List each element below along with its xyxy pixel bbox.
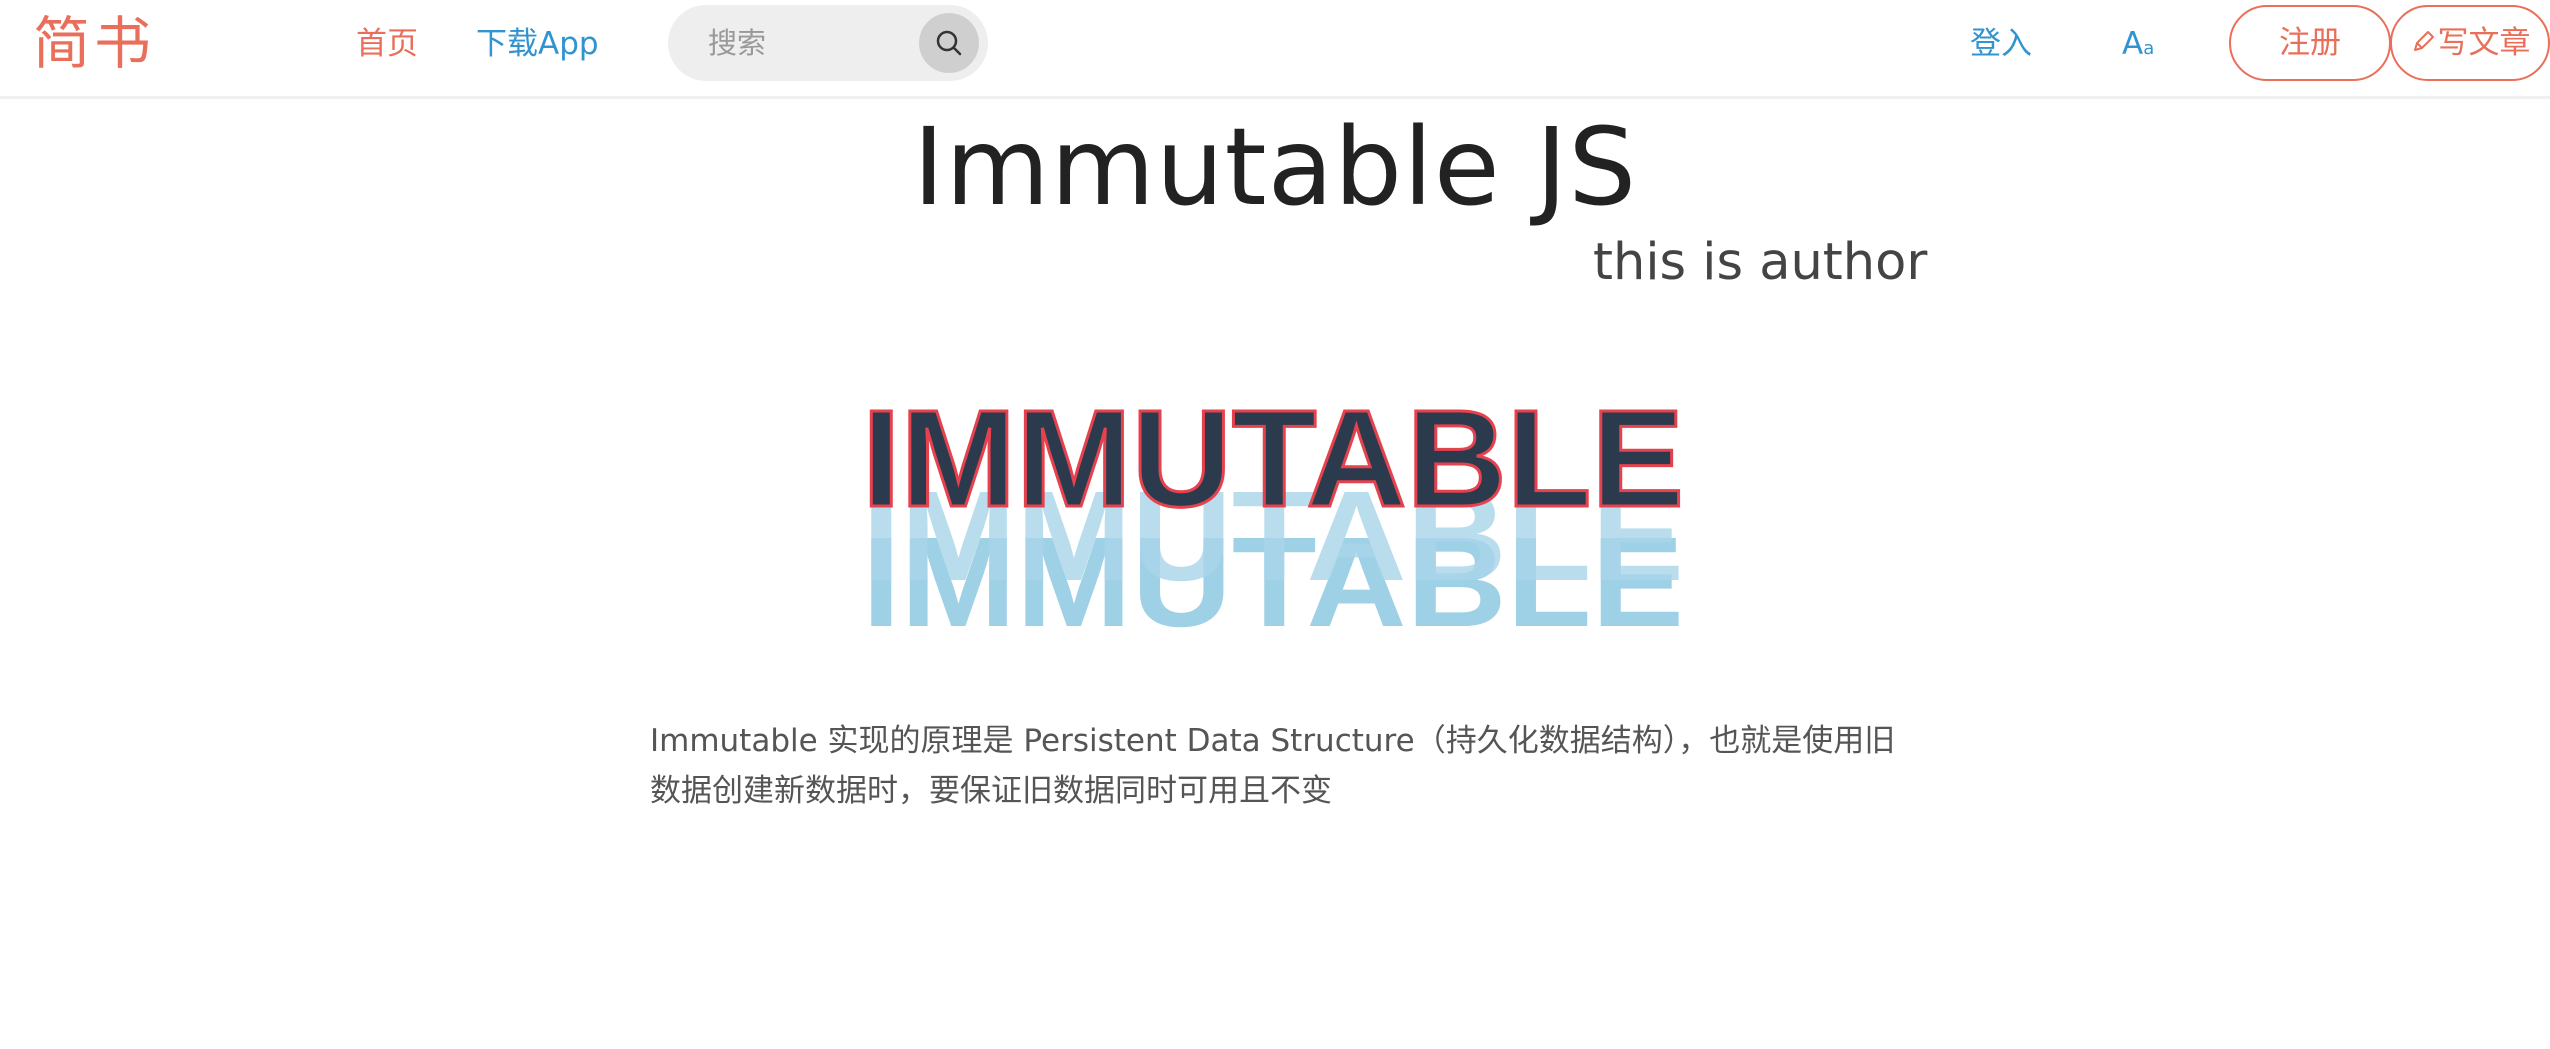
site-logo[interactable]: 简书: [33, 8, 155, 80]
font-size-toggle[interactable]: Aa: [2122, 20, 2154, 73]
article-hero-image: IMMUTABLE IMMUTABLE IMMUTABLE IMMUTABLE: [866, 376, 1686, 647]
login-link[interactable]: 登入: [1970, 20, 2032, 68]
register-button[interactable]: 注册: [2229, 5, 2391, 81]
font-toggle-large-a: A: [2122, 26, 2144, 62]
article-paragraph: Immutable 实现的原理是 Persistent Data Structu…: [650, 723, 1896, 809]
search-input[interactable]: [708, 23, 908, 63]
font-toggle-small-a: a: [2143, 38, 2155, 59]
search-bar: [668, 5, 988, 81]
write-article-button[interactable]: 写文章: [2390, 5, 2550, 81]
write-article-label: 写文章: [2437, 25, 2531, 61]
article-author: this is author: [1593, 233, 1928, 292]
site-header: 简书 首页 下载App 登入 Aa 注册 写文章: [0, 0, 2550, 99]
pencil-icon: [2413, 31, 2434, 51]
search-icon: [936, 30, 962, 56]
nav-download-app-link[interactable]: 下载App: [476, 20, 599, 68]
nav-home-link[interactable]: 首页: [356, 20, 418, 68]
hero-text-outline: IMMUTABLE: [866, 382, 1684, 536]
article-title: Immutable JS: [912, 106, 1638, 230]
search-button[interactable]: [919, 13, 979, 73]
